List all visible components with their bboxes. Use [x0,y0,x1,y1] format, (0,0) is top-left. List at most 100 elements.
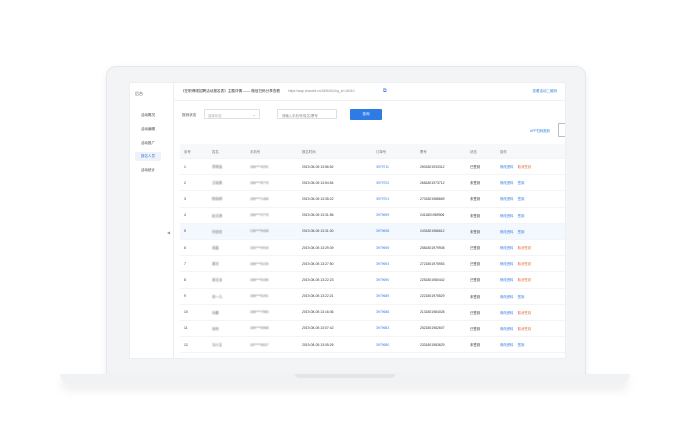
cell-no: 2 [180,174,208,192]
edit-info-link[interactable]: 修改资料 [500,311,514,315]
cell-order[interactable]: 3979678 [372,352,416,358]
cell-actions: 修改资料签到 [496,223,565,240]
table-row: 7 周洋 188****6226 2019-08-05 13:27:50 3979693… [180,255,565,273]
cell-ticket: 2411801989906 [416,207,466,224]
cell-time: 2019-08-05 13:31:30 [298,223,372,240]
search-input[interactable]: 请输入手机号/姓名/票号 [277,109,337,119]
cell-order[interactable]: 3979686 [372,304,416,321]
edit-info-link[interactable]: 修改资料 [500,295,514,299]
cell-time: 2019-08-05 13:07:42 [298,320,372,338]
edit-info-link[interactable]: 修改资料 [500,278,514,282]
cancel-checkin-link[interactable]: 取消签到 [518,327,532,331]
edit-info-link[interactable]: 修改资料 [500,262,514,266]
edit-info-link[interactable]: 修改资料 [500,181,514,185]
cell-no: 12 [180,336,208,354]
cell-status: 已签到 [466,320,496,338]
cell-phone: 136****5438 [246,223,298,240]
cell-ticket: 2581801979908 [416,239,466,257]
share-url: https://wap.chaoshi.cn/1806310/ng_id=184… [288,89,355,93]
cancel-checkin-link[interactable]: 取消签到 [518,165,532,169]
edit-info-link[interactable]: 修改资料 [500,214,514,218]
cell-order[interactable]: 3979689 [372,288,416,305]
query-button[interactable]: 查询 [350,109,382,120]
cell-actions: 修改资料签到 [496,336,565,354]
cancel-checkin-link[interactable]: 取消签到 [518,262,532,266]
cell-time: 2019-08-05 13:05:26 [298,336,372,354]
cell-no: 13 [180,352,208,358]
cell-no: 10 [180,304,208,321]
checkin-link[interactable]: 签到 [518,343,525,347]
col-header: 操作 [496,144,565,159]
cell-status: 未签到 [466,174,496,192]
cell-name: 王晓燕 [208,174,246,192]
cell-phone: 186****8776 [246,174,298,192]
cell-order[interactable]: 3979701 [372,190,416,208]
checkin-link[interactable]: 签到 [518,181,525,185]
table-row: 1 李明浩 186****4291 2019-08-05 13:56:52 397971… [180,158,565,176]
edit-info-link[interactable]: 修改资料 [500,343,514,347]
page-title: 《在职博硕招聘活动报名表》主题详情 —— 微信扫码分享查看 [181,89,281,93]
sidebar-item-registrants[interactable]: 报名人员 [135,152,161,161]
table-header: 序号 姓名 手机号 报名时间 订单号 票号 状态 操作 [180,144,565,159]
cell-actions: 修改资料签到 [496,207,565,224]
cell-name: 刘佳佳 [208,223,246,240]
edit-info-link[interactable]: 修改资料 [500,327,514,331]
collapse-icon[interactable]: ◀ [167,230,170,235]
checkin-link[interactable]: 签到 [518,295,525,299]
cell-status: 未签到 [466,336,496,354]
cell-phone: 186****6291 [246,288,298,305]
cell-order[interactable]: 3979680 [372,336,416,354]
col-header: 姓名 [208,144,246,159]
status-select[interactable]: 选择状态 ⌄ [204,109,260,119]
cell-phone: 186****4291 [246,158,298,176]
edit-info-link[interactable]: 修改资料 [500,197,514,201]
cell-order[interactable]: 3979693 [372,255,416,273]
sidebar-item-overview[interactable]: 活动概况 [139,111,157,120]
cell-name: 张磊 [208,239,246,257]
cell-order[interactable]: 3979690 [372,271,416,289]
logo: 后台 [135,91,143,96]
table-row: 12 冯小玉 187****6627 2019-08-05 13:05:26 39796… [180,336,565,354]
col-header: 报名时间 [298,144,372,159]
checkin-link[interactable]: 签到 [518,230,525,234]
cell-ticket: 2701801988669 [416,190,466,208]
cell-status: 已签到 [466,271,496,289]
table-row: 10 孙鹏 188****7983 2019-08-05 13:16:36 397968… [180,304,565,321]
cell-phone: 186****0776 [246,207,298,224]
cell-name: 孙鹏 [208,304,246,321]
copy-icon[interactable]: ⧉ [383,88,387,94]
sidebar-item-stats[interactable]: 活动统计 [139,166,157,175]
cell-time: 2019-08-05 13:22:21 [298,288,372,305]
checkin-link[interactable]: 签到 [518,197,525,201]
cell-phone: 188****6336 [246,271,298,289]
cell-order[interactable]: 3979695 [372,239,416,257]
edit-info-link[interactable]: 修改资料 [500,165,514,169]
cancel-checkin-link[interactable]: 取消签到 [518,311,532,315]
cell-no: 5 [180,223,208,240]
cell-order[interactable]: 3979699 [372,207,416,224]
checkin-toggle[interactable] [558,123,565,137]
cancel-checkin-link[interactable]: 取消签到 [518,246,532,250]
sidebar-item-edit[interactable]: 活动编辑 [139,125,157,134]
cell-time: 2019-08-05 13:16:36 [298,304,372,321]
checkin-link[interactable]: 签到 [518,214,525,218]
col-header: 状态 [466,144,496,159]
app-checkin-link[interactable]: APP扫码报到 [530,128,550,133]
cell-order[interactable]: 3979702 [372,174,416,192]
cell-status: 未签到 [466,288,496,305]
cell-name: 赵文静 [208,207,246,224]
cell-ticket: 2721801975953 [416,255,466,273]
cell-order[interactable]: 3979698 [372,223,416,240]
cell-order[interactable]: 3979683 [372,320,416,338]
cell-ticket: 2501801933312 [416,158,466,176]
sidebar: 后台 活动概况 活动编辑 活动推广 报名人员 活动统计 ◀ [130,83,174,358]
cell-actions: 修改资料 取消签到 [496,255,565,273]
cell-time: 2019-08-05 13:54:54 [298,174,372,192]
cell-order[interactable]: 3979711 [372,158,416,176]
sidebar-item-promote[interactable]: 活动推广 [139,139,157,148]
qrcode-link[interactable]: 查看活动二维码 [533,89,558,94]
edit-info-link[interactable]: 修改资料 [500,246,514,250]
cell-actions: 修改资料 取消签到 [496,271,565,289]
cancel-checkin-link[interactable]: 取消签到 [518,278,532,282]
edit-info-link[interactable]: 修改资料 [500,230,514,234]
